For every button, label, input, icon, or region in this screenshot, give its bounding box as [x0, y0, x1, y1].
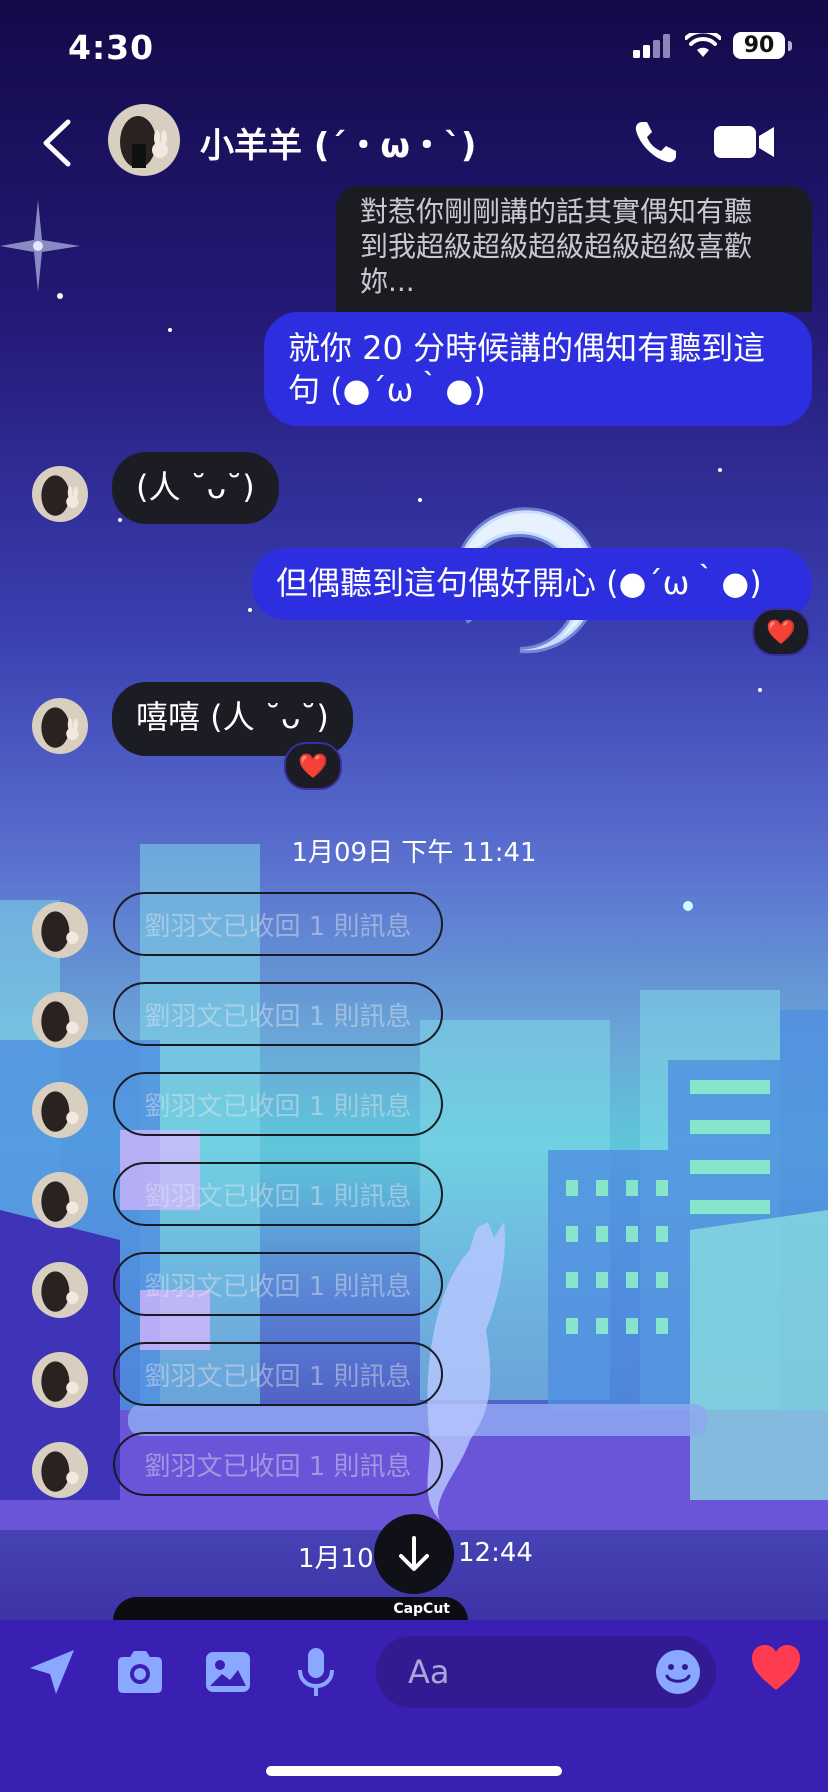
home-indicator — [266, 1766, 562, 1776]
phone-call-icon[interactable] — [632, 118, 680, 166]
scroll-to-bottom-button[interactable] — [374, 1514, 454, 1594]
recalled-message[interactable]: 劉羽文已收回 1 則訊息 — [113, 1252, 443, 1316]
status-time: 4:30 — [68, 28, 155, 67]
cellular-signal-icon — [633, 33, 670, 58]
recalled-message[interactable]: 劉羽文已收回 1 則訊息 — [113, 892, 443, 956]
avatar-photo-icon — [32, 466, 88, 522]
recalled-message[interactable]: 劉羽文已收回 1 則訊息 — [113, 1432, 443, 1496]
gallery-icon[interactable] — [200, 1644, 256, 1700]
message-input-wrapper[interactable] — [376, 1636, 716, 1708]
microphone-icon[interactable] — [288, 1644, 344, 1700]
recalled-message[interactable]: 劉羽文已收回 1 則訊息 — [113, 1072, 443, 1136]
heart-reaction[interactable]: ❤️ — [752, 608, 810, 656]
contact-name[interactable]: 小羊羊 (´・ω・`) — [200, 118, 476, 167]
emoji-icon[interactable] — [654, 1648, 702, 1696]
status-bar: 4:30 90 — [0, 0, 828, 100]
capcut-label: CapCut — [393, 1601, 450, 1617]
recalled-message[interactable]: 劉羽文已收回 1 則訊息 — [113, 1342, 443, 1406]
message-text-line: 就你 20 分時候講的偶知有聽到這 — [288, 329, 766, 367]
timestamp-divider: 1月09日 下午 11:41 — [291, 838, 537, 868]
avatar-photo-icon — [32, 1262, 88, 1318]
message-text-line: 句 (●´ω｀●) — [288, 371, 486, 409]
status-icons: 90 — [633, 32, 792, 59]
incoming-message[interactable]: (人 ˘ᴗ˘) — [112, 452, 279, 524]
avatar-photo-icon — [32, 1172, 88, 1228]
video-call-icon[interactable] — [714, 122, 776, 162]
recalled-message[interactable]: 劉羽文已收回 1 則訊息 — [113, 982, 443, 1046]
sender-avatar[interactable] — [32, 1172, 88, 1228]
sender-avatar[interactable] — [32, 1262, 88, 1318]
contact-avatar[interactable] — [108, 104, 180, 176]
camera-icon[interactable] — [112, 1644, 168, 1700]
message-input[interactable] — [406, 1648, 630, 1696]
capcut-video-preview[interactable]: CapCut — [113, 1597, 468, 1621]
send-location-icon[interactable] — [24, 1644, 80, 1700]
avatar-photo-icon — [32, 698, 88, 754]
reply-preview-bubble[interactable]: 對惹你剛剛講的話其實偶知有聽 到我超級超級超級超級超級喜歡 妳... — [336, 186, 812, 312]
sender-avatar[interactable] — [32, 1352, 88, 1408]
reply-preview-line: 到我超級超級超級超級超級喜歡 — [360, 230, 753, 263]
reply-preview-line: 對惹你剛剛講的話其實偶知有聽 — [360, 195, 753, 228]
sender-avatar[interactable] — [32, 1082, 88, 1138]
back-arrow-icon[interactable] — [38, 118, 78, 168]
heart-reaction[interactable]: ❤️ — [284, 742, 342, 790]
avatar-photo-icon — [108, 104, 180, 176]
timestamp-divider-right: 12:44 — [458, 1538, 533, 1568]
battery-indicator: 90 — [733, 32, 785, 59]
message-composer — [0, 1620, 828, 1792]
chat-header: 小羊羊 (´・ω・`) — [0, 100, 828, 188]
timestamp-divider-left: 1月10 — [298, 1544, 374, 1574]
sender-avatar[interactable] — [32, 466, 88, 522]
sender-avatar[interactable] — [32, 902, 88, 958]
avatar-photo-icon — [32, 902, 88, 958]
avatar-photo-icon — [32, 1352, 88, 1408]
arrow-down-icon — [399, 1536, 429, 1571]
recalled-message[interactable]: 劉羽文已收回 1 則訊息 — [113, 1162, 443, 1226]
sender-avatar[interactable] — [32, 698, 88, 754]
outgoing-message[interactable]: 就你 20 分時候講的偶知有聽到這 句 (●´ω｀●) — [264, 312, 812, 426]
outgoing-message[interactable]: 但偶聽到這句偶好開心 (●´ω｀●) — [252, 548, 812, 620]
sender-avatar[interactable] — [32, 992, 88, 1048]
avatar-photo-icon — [32, 992, 88, 1048]
wifi-icon — [685, 32, 721, 57]
heart-like-icon[interactable] — [748, 1640, 804, 1696]
reply-preview-line: 妳... — [360, 265, 415, 298]
sender-avatar[interactable] — [32, 1442, 88, 1498]
avatar-photo-icon — [32, 1082, 88, 1138]
avatar-photo-icon — [32, 1442, 88, 1498]
battery-cap — [788, 40, 792, 51]
